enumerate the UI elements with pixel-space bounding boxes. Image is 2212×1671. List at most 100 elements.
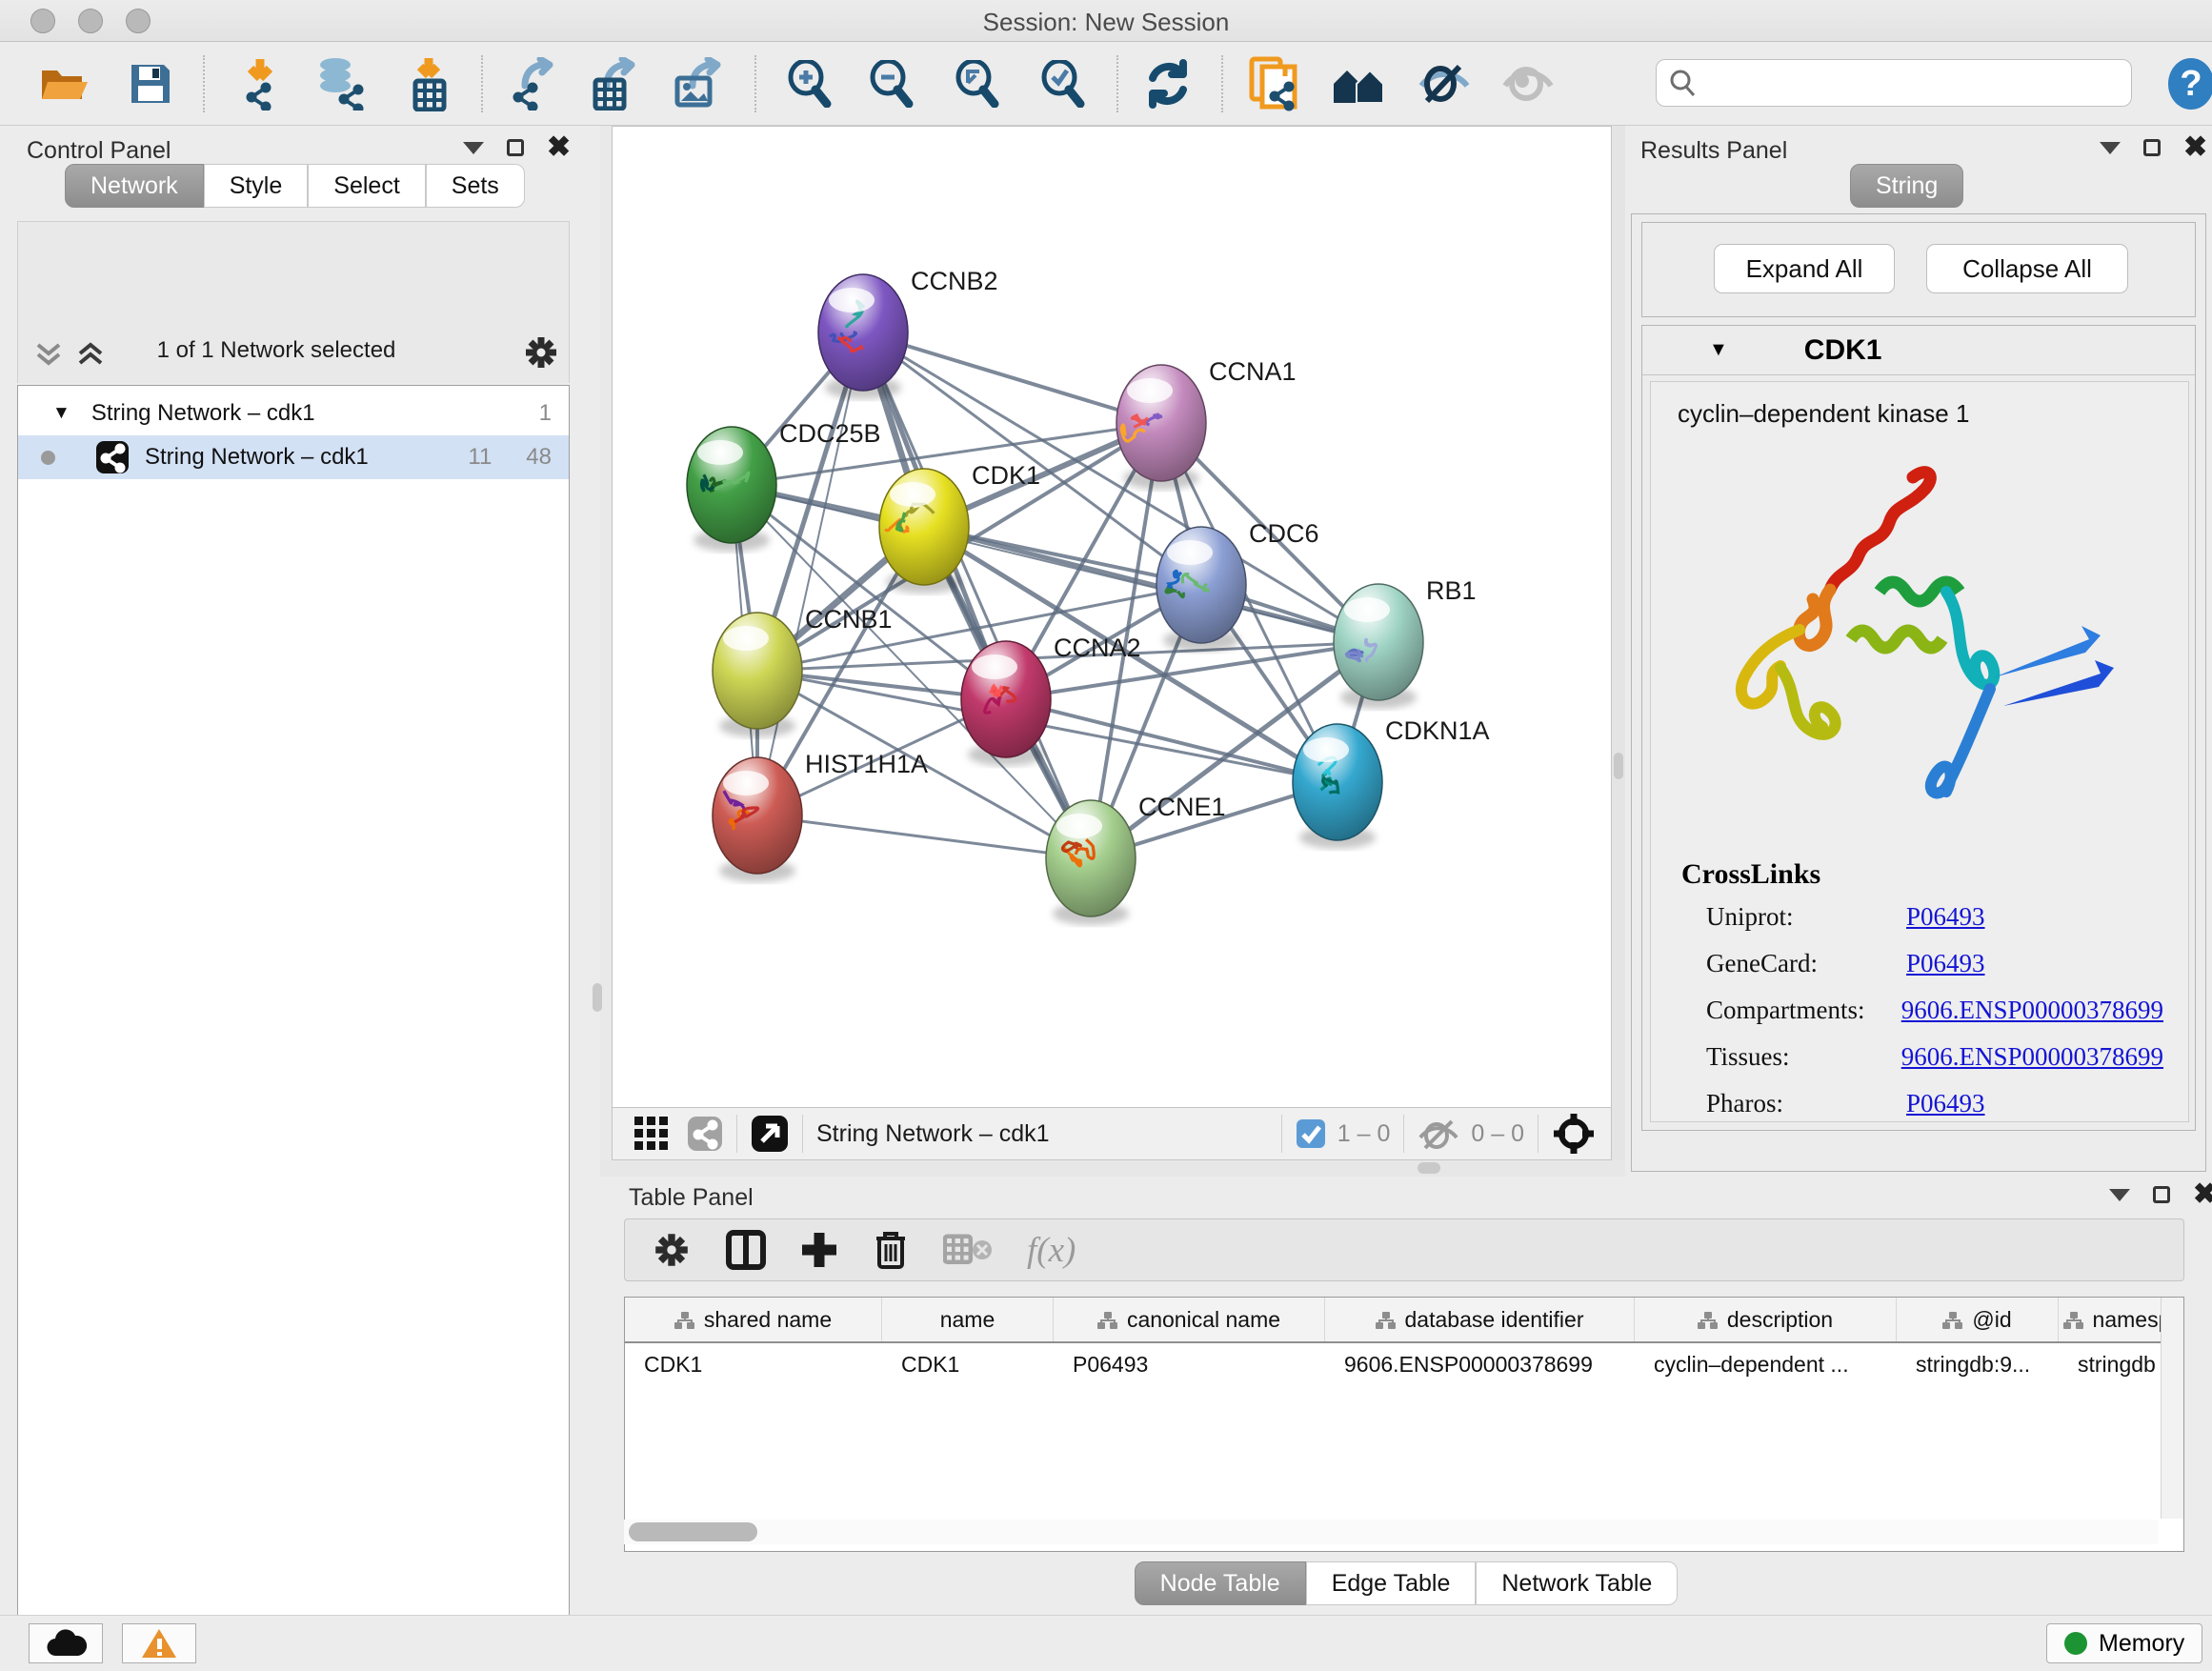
crosslink-link[interactable]: 9606.ENSP00000378699	[1901, 996, 2163, 1025]
search-box[interactable]	[1656, 59, 2132, 107]
cell-description[interactable]: cyclin–dependent ...	[1635, 1352, 1897, 1378]
zoom-in-icon[interactable]	[783, 57, 836, 111]
collection-expander-icon[interactable]: ▼	[52, 403, 70, 424]
protein-entry-header[interactable]: ▼ CDK1	[1642, 326, 2195, 375]
network-canvas[interactable]: CCNB2CCNA1CDC25BCDK1CDC6RB1CCNB1CCNA2CDK…	[612, 126, 1612, 1108]
edge-CCNB2-CCNA1[interactable]	[863, 332, 1161, 423]
collapse-all-button[interactable]: Collapse All	[1926, 244, 2128, 293]
left-splitter-handle[interactable]	[593, 983, 602, 1012]
node-label-CDK1: CDK1	[972, 461, 1040, 490]
table-horizontal-scrollbar[interactable]	[624, 1520, 2158, 1544]
duplicate-network-icon[interactable]	[1248, 57, 1301, 111]
table-vertical-scrollbar[interactable]	[2161, 1298, 2183, 1519]
tab-node-table[interactable]: Node Table	[1135, 1561, 1306, 1605]
show-all-networks-icon[interactable]	[1332, 57, 1385, 111]
crosslink-link[interactable]: P06493	[1906, 902, 1985, 932]
select-columns-icon[interactable]	[726, 1230, 766, 1270]
table-row[interactable]: CDK1CDK1P064939606.ENSP00000378699cyclin…	[625, 1343, 2183, 1385]
edge-CCNB2-CCNE1[interactable]	[863, 332, 1091, 858]
import-network-icon[interactable]	[233, 57, 287, 111]
node-label-CCNA1: CCNA1	[1209, 357, 1297, 386]
node-CDKN1A[interactable]	[1293, 724, 1382, 849]
horizontal-splitter-handle[interactable]	[1418, 1162, 1440, 1174]
node-CCNA1[interactable]	[1116, 365, 1206, 490]
column-header-database-identifier[interactable]: database identifier	[1325, 1298, 1635, 1341]
detach-view-icon[interactable]	[751, 1115, 789, 1153]
column-header-description[interactable]: description	[1635, 1298, 1897, 1341]
refresh-icon[interactable]	[1141, 57, 1195, 111]
crosslink-link[interactable]: P06493	[1906, 1089, 1985, 1118]
tab-edge-table[interactable]: Edge Table	[1306, 1561, 1477, 1605]
add-column-icon[interactable]	[800, 1231, 838, 1269]
cell-database-identifier[interactable]: 9606.ENSP00000378699	[1325, 1352, 1635, 1378]
control-panel-float-icon[interactable]	[463, 142, 484, 154]
import-network-from-database-icon[interactable]	[314, 57, 368, 111]
network-row[interactable]: String Network – cdk1 11 48	[18, 435, 569, 479]
node-CDC25B[interactable]	[687, 427, 776, 552]
entry-collapse-icon[interactable]: ▼	[1709, 339, 1728, 361]
zoom-fit-icon[interactable]	[951, 57, 1004, 111]
node-CCNE1[interactable]	[1046, 800, 1136, 925]
network-options-gear-icon[interactable]	[522, 333, 560, 376]
table-panel-undock-icon[interactable]	[2153, 1186, 2170, 1203]
export-image-icon[interactable]	[673, 57, 726, 111]
network-graph[interactable]: CCNB2CCNA1CDC25BCDK1CDC6RB1CCNB1CCNA2CDK…	[613, 127, 1611, 1107]
cell--id[interactable]: stringdb:9...	[1897, 1352, 2059, 1378]
birds-eye-view-icon[interactable]	[1552, 1112, 1596, 1156]
help-button[interactable]: ?	[2164, 57, 2212, 115]
vertical-splitter[interactable]	[1612, 126, 1625, 1160]
zoom-selected-icon[interactable]	[1036, 57, 1090, 111]
edge-CCNE1-HIST1H1A[interactable]	[757, 815, 1091, 858]
save-session-icon[interactable]	[124, 57, 177, 111]
grid-view-icon[interactable]	[633, 1116, 670, 1152]
delete-column-icon[interactable]	[873, 1229, 909, 1271]
control-panel-undock-icon[interactable]	[507, 139, 524, 156]
import-table-icon[interactable]	[402, 57, 455, 111]
table-options-gear-icon[interactable]	[652, 1230, 692, 1270]
results-panel-undock-icon[interactable]	[2143, 139, 2161, 156]
shared-column-icon	[1097, 1311, 1117, 1329]
crosslink-link[interactable]: P06493	[1906, 949, 1985, 978]
node-CCNB1[interactable]	[713, 613, 802, 737]
node-CCNB2[interactable]	[818, 274, 908, 399]
cloud-button[interactable]	[29, 1623, 103, 1663]
network-collection-row[interactable]: ▼ String Network – cdk1 1	[18, 392, 569, 435]
node-RB1[interactable]	[1334, 584, 1423, 709]
zoom-out-icon[interactable]	[865, 57, 918, 111]
expand-all-button[interactable]: Expand All	[1714, 244, 1895, 293]
cell-shared-name[interactable]: CDK1	[625, 1352, 882, 1378]
tab-string[interactable]: String	[1850, 164, 1963, 208]
export-table-icon[interactable]	[587, 57, 640, 111]
tab-style[interactable]: Style	[204, 164, 309, 208]
cell-canonical-name[interactable]: P06493	[1054, 1352, 1325, 1378]
function-builder-icon: f(x)	[1027, 1230, 1076, 1271]
selected-checkbox-icon[interactable]	[1296, 1118, 1326, 1149]
right-splitter-handle[interactable]	[1614, 753, 1623, 779]
column-header--id[interactable]: @id	[1897, 1298, 2059, 1341]
export-network-icon[interactable]	[505, 57, 558, 111]
warning-button[interactable]	[122, 1623, 196, 1663]
node-table[interactable]: shared namenamecanonical namedatabase id…	[624, 1297, 2184, 1552]
table-panel-close-icon[interactable]: ✖	[2193, 1186, 2212, 1203]
hide-graphics-details-icon[interactable]	[1418, 57, 1471, 111]
open-session-icon[interactable]	[38, 57, 91, 111]
scrollbar-thumb[interactable]	[629, 1522, 757, 1541]
control-panel-close-icon[interactable]: ✖	[547, 139, 571, 156]
tab-sets[interactable]: Sets	[426, 164, 525, 208]
results-panel-float-icon[interactable]	[2100, 142, 2121, 154]
results-panel-close-icon[interactable]: ✖	[2183, 139, 2207, 156]
tab-network[interactable]: Network	[65, 164, 204, 208]
tab-network-table[interactable]: Network Table	[1476, 1561, 1678, 1605]
column-header-shared-name[interactable]: shared name	[625, 1298, 882, 1341]
cell-name[interactable]: CDK1	[882, 1352, 1054, 1378]
crosslink-link[interactable]: 9606.ENSP00000378699	[1901, 1042, 2163, 1072]
search-input[interactable]	[1697, 70, 2106, 96]
expand-all-networks-icon[interactable]	[74, 337, 107, 374]
column-header-canonical-name[interactable]: canonical name	[1054, 1298, 1325, 1341]
node-HIST1H1A[interactable]	[713, 757, 802, 882]
tab-select[interactable]: Select	[308, 164, 425, 208]
collapse-all-networks-icon[interactable]	[32, 337, 65, 374]
column-header-name[interactable]: name	[882, 1298, 1054, 1341]
memory-button[interactable]: Memory	[2046, 1623, 2202, 1663]
table-panel-float-icon[interactable]	[2109, 1189, 2130, 1201]
